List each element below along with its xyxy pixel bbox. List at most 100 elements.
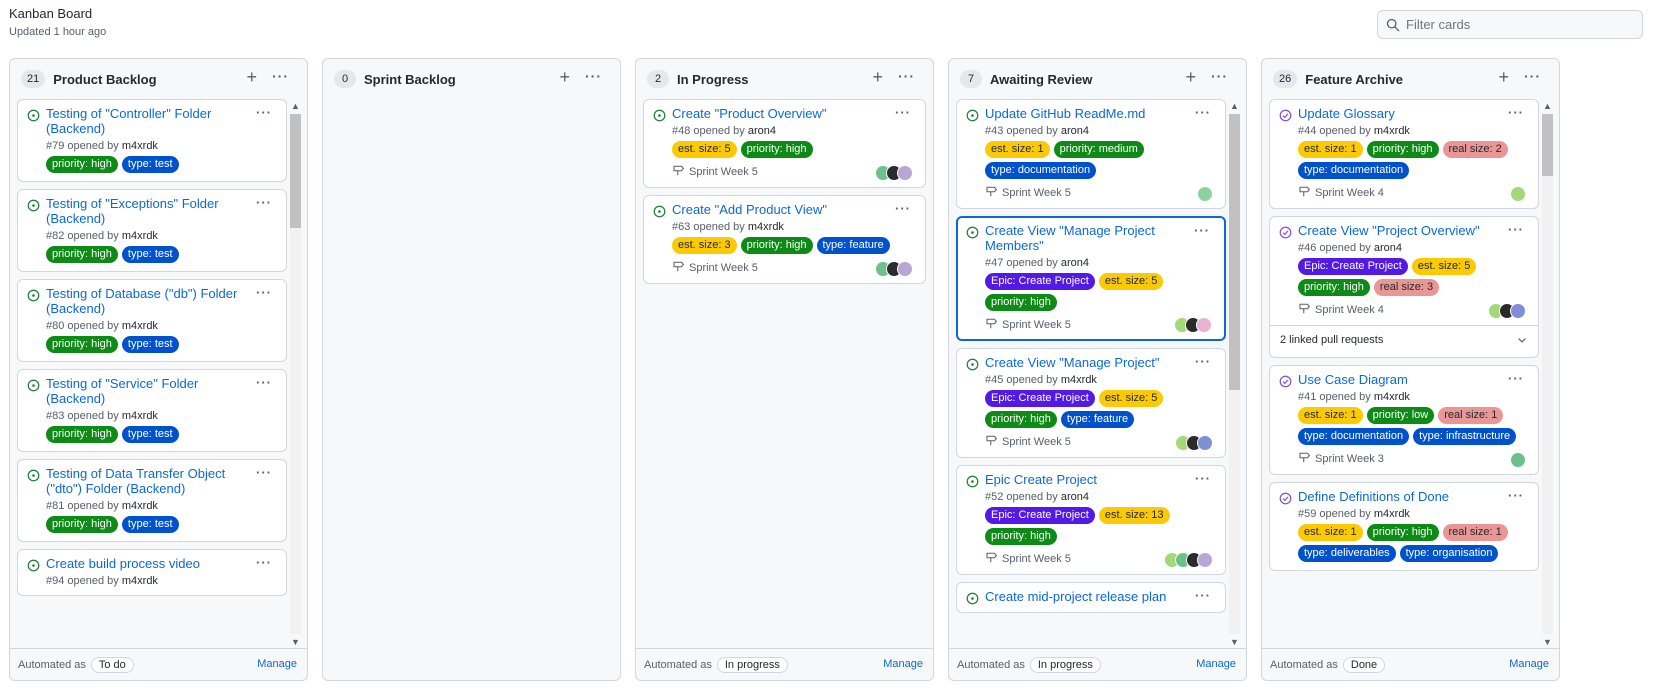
issue-card[interactable]: ··· Update GitHub ReadMe.md #43 opened by … (956, 99, 1226, 209)
column-menu-icon[interactable]: ··· (272, 68, 289, 84)
label-badge[interactable]: est. size: 13 (1098, 507, 1170, 524)
card-title-link[interactable]: Create View "Project Overview" (1298, 223, 1530, 238)
add-card-icon[interactable]: + (559, 68, 570, 86)
card-title-link[interactable]: Create "Add Product View" (672, 202, 917, 217)
card-menu-icon[interactable]: ··· (256, 285, 272, 300)
scroll-thumb[interactable] (1542, 114, 1553, 176)
label-badge[interactable]: Epic: Create Project (985, 507, 1095, 524)
column-menu-icon[interactable]: ··· (585, 68, 602, 84)
label-badge[interactable]: priority: high (985, 294, 1057, 311)
assignee-avatars[interactable] (875, 165, 913, 181)
manage-automation-link[interactable]: Manage (1196, 658, 1236, 670)
label-badge[interactable]: priority: high (46, 336, 118, 353)
linked-pull-requests[interactable]: 2 linked pull requests (1270, 325, 1538, 357)
label-badge[interactable]: est. size: 5 (1098, 390, 1164, 407)
author-link[interactable]: aron4 (1374, 242, 1402, 254)
label-badge[interactable]: est. size: 5 (672, 141, 737, 158)
scroll-up-icon[interactable]: ▲ (1227, 99, 1242, 113)
card-menu-icon[interactable]: ··· (1195, 588, 1211, 603)
label-badge[interactable]: priority: high (985, 528, 1057, 545)
card-title-link[interactable]: Testing of "Controller" Folder (Backend) (46, 106, 278, 136)
issue-card[interactable]: ··· Create "Add Product View" #63 opened b… (643, 195, 926, 284)
label-badge[interactable]: type: documentation (985, 162, 1097, 179)
label-badge[interactable]: priority: high (46, 246, 118, 263)
scroll-track[interactable] (1229, 114, 1240, 634)
label-badge[interactable]: est. size: 3 (672, 237, 737, 254)
add-card-icon[interactable]: + (1498, 68, 1509, 86)
label-badge[interactable]: est. size: 1 (1298, 524, 1363, 541)
card-menu-icon[interactable]: ··· (1508, 488, 1524, 503)
add-card-icon[interactable]: + (246, 68, 257, 86)
label-badge[interactable]: type: test (121, 426, 179, 443)
manage-automation-link[interactable]: Manage (257, 658, 297, 670)
issue-card[interactable]: ··· Testing of Data Transfer Object ("dto… (17, 459, 287, 542)
author-link[interactable]: m4xrdk (122, 575, 158, 587)
label-badge[interactable]: est. size: 1 (1298, 141, 1363, 158)
card-menu-icon[interactable]: ··· (1194, 223, 1210, 238)
card-menu-icon[interactable]: ··· (1508, 371, 1524, 386)
avatar[interactable] (1510, 303, 1526, 319)
avatar[interactable] (1510, 452, 1526, 468)
card-title-link[interactable]: Create "Product Overview" (672, 106, 917, 121)
assignee-avatars[interactable] (1174, 317, 1212, 333)
add-card-icon[interactable]: + (1185, 68, 1196, 86)
card-menu-icon[interactable]: ··· (256, 465, 272, 480)
avatar[interactable] (1197, 186, 1213, 202)
card-title-link[interactable]: Testing of Database ("db") Folder (Backe… (46, 286, 278, 316)
scroll-down-icon[interactable]: ▼ (288, 635, 303, 649)
milestone[interactable]: Sprint Week 3 (1298, 451, 1530, 466)
label-badge[interactable]: real size: 3 (1373, 279, 1440, 296)
author-link[interactable]: m4xrdk (122, 410, 158, 422)
column-menu-icon[interactable]: ··· (898, 68, 915, 84)
label-badge[interactable]: est. size: 1 (985, 141, 1050, 158)
label-badge[interactable]: type: infrastructure (1413, 428, 1517, 445)
author-link[interactable]: aron4 (748, 125, 776, 137)
avatar[interactable] (1196, 317, 1212, 333)
author-link[interactable]: m4xrdk (1374, 125, 1410, 137)
issue-card[interactable]: ··· Testing of "Service" Folder (Backend)… (17, 369, 287, 452)
issue-card[interactable]: ··· Define Definitions of Done #59 opened … (1269, 482, 1539, 571)
chevron-down-icon[interactable] (1516, 334, 1528, 349)
label-badge[interactable]: type: feature (816, 237, 890, 254)
label-badge[interactable]: type: test (121, 246, 179, 263)
assignee-avatars[interactable] (875, 261, 913, 277)
card-menu-icon[interactable]: ··· (1195, 105, 1211, 120)
issue-card[interactable]: ··· Use Case Diagram #41 opened by m4xrdk e… (1269, 365, 1539, 475)
issue-card[interactable]: ··· Update Glossary #44 opened by m4xrdk es… (1269, 99, 1539, 209)
issue-card[interactable]: ··· Create mid-project release plan (956, 582, 1226, 613)
scroll-up-icon[interactable]: ▲ (1540, 99, 1555, 113)
label-badge[interactable]: priority: low (1366, 407, 1435, 424)
issue-card[interactable]: ··· Create "Product Overview" #48 opened b… (643, 99, 926, 188)
card-menu-icon[interactable]: ··· (256, 375, 272, 390)
label-badge[interactable]: real size: 2 (1442, 141, 1508, 158)
author-link[interactable]: aron4 (1061, 257, 1089, 269)
author-link[interactable]: aron4 (1061, 125, 1089, 137)
card-title-link[interactable]: Testing of Data Transfer Object ("dto") … (46, 466, 278, 496)
label-badge[interactable]: type: organisation (1399, 545, 1499, 562)
label-badge[interactable]: real size: 1 (1438, 407, 1504, 424)
milestone[interactable]: Sprint Week 4 (1298, 185, 1530, 200)
label-badge[interactable]: priority: high (46, 516, 118, 533)
label-badge[interactable]: priority: high (1366, 141, 1439, 158)
manage-automation-link[interactable]: Manage (883, 658, 923, 670)
author-link[interactable]: aron4 (1061, 491, 1089, 503)
assignee-avatars[interactable] (1175, 435, 1213, 451)
label-badge[interactable]: priority: high (46, 426, 118, 443)
assignee-avatars[interactable] (1510, 186, 1526, 202)
author-link[interactable]: m4xrdk (122, 320, 158, 332)
label-badge[interactable]: Epic: Create Project (985, 273, 1095, 290)
card-menu-icon[interactable]: ··· (256, 195, 272, 210)
issue-card[interactable]: ··· Create View "Manage Project" #45 opene… (956, 348, 1226, 458)
card-title-link[interactable]: Testing of "Service" Folder (Backend) (46, 376, 278, 406)
label-badge[interactable]: type: deliverables (1298, 545, 1396, 562)
scroll-thumb[interactable] (290, 114, 301, 228)
card-menu-icon[interactable]: ··· (256, 105, 272, 120)
column-scrollbar[interactable]: ▲ ▼ (1227, 99, 1242, 649)
card-title-link[interactable]: Create View "Manage Project Members" (985, 223, 1217, 253)
card-menu-icon[interactable]: ··· (1195, 471, 1211, 486)
issue-card[interactable]: ··· Testing of Database ("db") Folder (Ba… (17, 279, 287, 362)
assignee-avatars[interactable] (1164, 552, 1213, 568)
scroll-up-icon[interactable]: ▲ (288, 99, 303, 113)
label-badge[interactable]: Epic: Create Project (1298, 258, 1408, 275)
avatar[interactable] (1197, 435, 1213, 451)
